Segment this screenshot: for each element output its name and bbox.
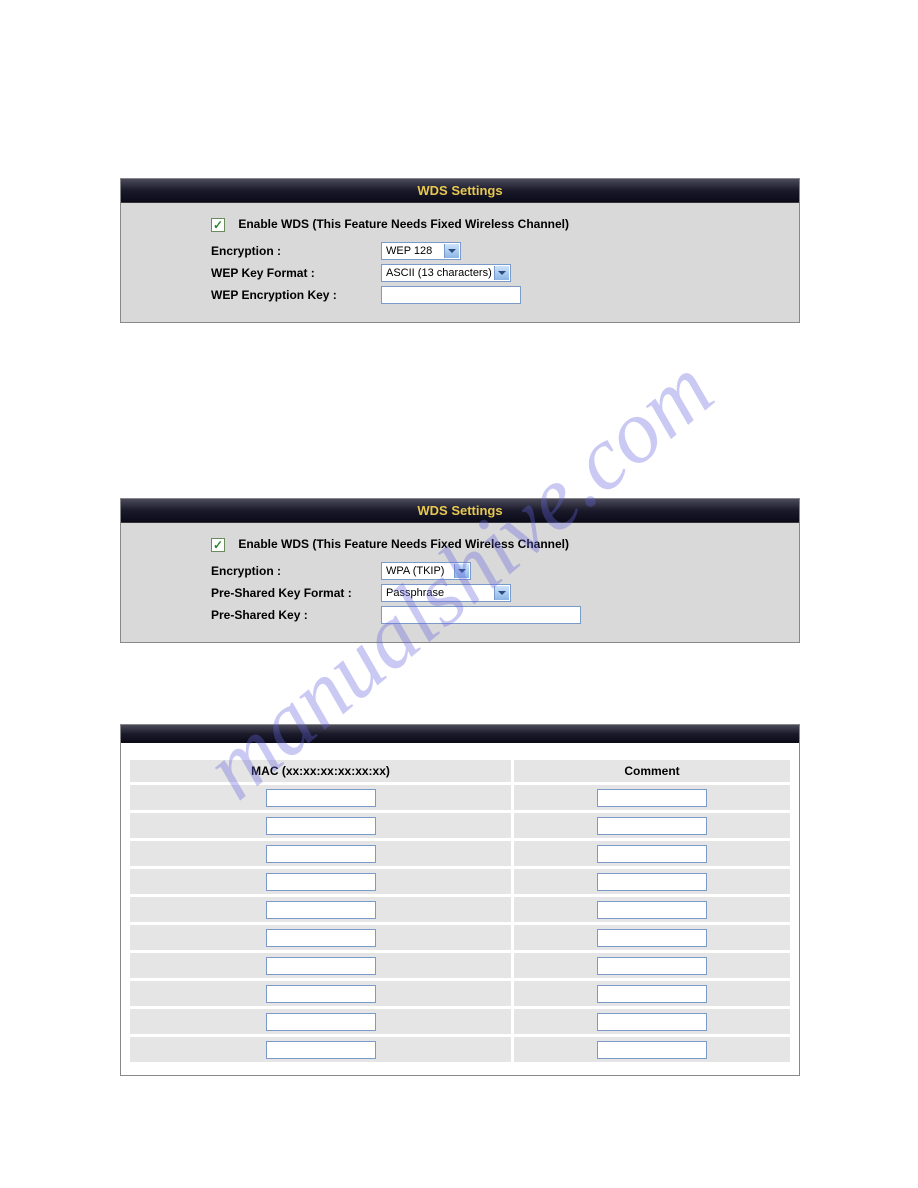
mac-input[interactable]	[266, 1013, 376, 1031]
comment-input[interactable]	[597, 929, 707, 947]
table-row	[130, 897, 790, 922]
panel-title: WDS Settings	[121, 499, 799, 523]
encryption-label: Encryption :	[211, 244, 381, 258]
panel-header-bar	[121, 725, 799, 743]
psk-label: Pre-Shared Key :	[211, 608, 381, 622]
comment-input[interactable]	[597, 817, 707, 835]
table-row	[130, 953, 790, 978]
mac-input[interactable]	[266, 929, 376, 947]
table-row	[130, 1009, 790, 1034]
mac-comment-table: MAC (xx:xx:xx:xx:xx:xx) Comment	[121, 743, 799, 1075]
mac-input[interactable]	[266, 789, 376, 807]
chevron-down-icon	[494, 266, 509, 280]
comment-input[interactable]	[597, 985, 707, 1003]
psk-input[interactable]	[381, 606, 581, 624]
comment-input[interactable]	[597, 957, 707, 975]
table-row	[130, 981, 790, 1006]
encryption-select[interactable]: WPA (TKIP)	[381, 562, 471, 580]
comment-input[interactable]	[597, 901, 707, 919]
comment-input[interactable]	[597, 1013, 707, 1031]
encryption-select-value: WEP 128	[386, 245, 432, 257]
comment-input[interactable]	[597, 873, 707, 891]
mac-input[interactable]	[266, 985, 376, 1003]
mac-input[interactable]	[266, 901, 376, 919]
wep-encryption-key-input[interactable]	[381, 286, 521, 304]
table-row	[130, 841, 790, 866]
table-row	[130, 869, 790, 894]
wep-key-format-value: ASCII (13 characters)	[386, 267, 492, 279]
enable-wds-label: Enable WDS (This Feature Needs Fixed Wir…	[238, 537, 569, 551]
wep-encryption-key-label: WEP Encryption Key :	[211, 288, 381, 302]
wep-key-format-label: WEP Key Format :	[211, 266, 381, 280]
table-row	[130, 785, 790, 810]
wds-settings-panel-wep: WDS Settings Enable WDS (This Feature Ne…	[120, 178, 800, 323]
comment-input[interactable]	[597, 845, 707, 863]
mac-input[interactable]	[266, 817, 376, 835]
mac-input[interactable]	[266, 1041, 376, 1059]
wep-key-format-select[interactable]: ASCII (13 characters)	[381, 264, 511, 282]
mac-table-panel: MAC (xx:xx:xx:xx:xx:xx) Comment	[120, 724, 800, 1076]
encryption-label: Encryption :	[211, 564, 381, 578]
mac-input[interactable]	[266, 845, 376, 863]
mac-column-header: MAC (xx:xx:xx:xx:xx:xx)	[130, 760, 511, 782]
wds-settings-panel-wpa: WDS Settings Enable WDS (This Feature Ne…	[120, 498, 800, 643]
enable-wds-checkbox[interactable]	[211, 538, 225, 552]
encryption-select-value: WPA (TKIP)	[386, 565, 444, 577]
chevron-down-icon	[454, 564, 469, 578]
comment-input[interactable]	[597, 789, 707, 807]
panel-title: WDS Settings	[121, 179, 799, 203]
chevron-down-icon	[444, 244, 459, 258]
psk-format-label: Pre-Shared Key Format :	[211, 586, 381, 600]
table-row	[130, 813, 790, 838]
psk-format-value: Passphrase	[386, 587, 444, 599]
enable-wds-label: Enable WDS (This Feature Needs Fixed Wir…	[238, 217, 569, 231]
table-row	[130, 925, 790, 950]
mac-input[interactable]	[266, 873, 376, 891]
comment-column-header: Comment	[514, 760, 790, 782]
comment-input[interactable]	[597, 1041, 707, 1059]
table-row	[130, 1037, 790, 1062]
chevron-down-icon	[494, 586, 509, 600]
enable-wds-checkbox[interactable]	[211, 218, 225, 232]
encryption-select[interactable]: WEP 128	[381, 242, 461, 260]
psk-format-select[interactable]: Passphrase	[381, 584, 511, 602]
mac-input[interactable]	[266, 957, 376, 975]
